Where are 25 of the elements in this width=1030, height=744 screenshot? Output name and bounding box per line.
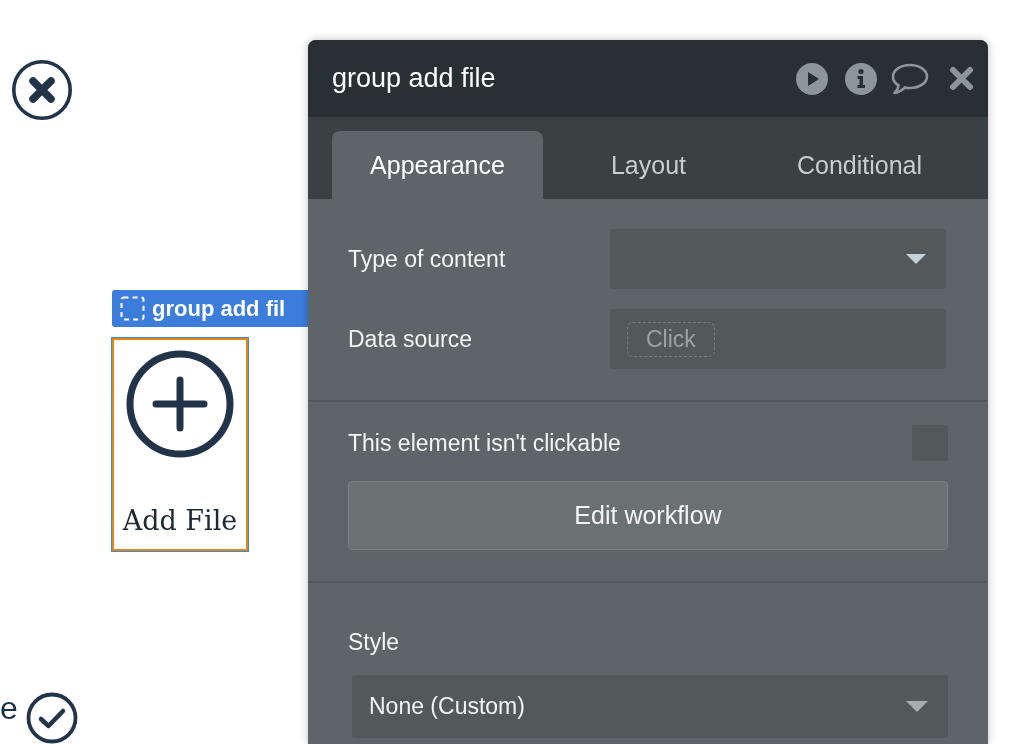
field-label: Style — [348, 628, 401, 657]
group-frame[interactable]: Add File — [112, 338, 248, 551]
close-icon[interactable] — [949, 66, 974, 91]
caret-icon — [906, 701, 928, 712]
plus-circle-icon — [126, 350, 234, 458]
tab[interactable]: Conditional — [754, 131, 965, 199]
field-label: Data source — [348, 325, 473, 354]
close-circle-icon[interactable] — [12, 60, 72, 120]
comment-icon[interactable] — [891, 62, 929, 95]
field-label: Type of content — [348, 245, 507, 274]
tab[interactable]: Layout — [543, 131, 754, 199]
field-label: This element isn't clickable — [348, 429, 622, 458]
dashed-square-icon — [120, 296, 145, 321]
workflow-button[interactable]: Edit workflow — [348, 481, 948, 550]
play-icon[interactable] — [796, 62, 828, 95]
check-circle-icon[interactable] — [26, 692, 78, 744]
dropdown-field[interactable] — [610, 229, 946, 289]
element-name: group add fil — [152, 295, 286, 322]
group-text: Add File — [122, 504, 238, 538]
tab[interactable]: Appearance — [332, 131, 543, 199]
caret-icon — [906, 254, 926, 264]
edge-text: e — [0, 690, 18, 726]
panel-title: group add file — [332, 63, 497, 94]
style-dropdown[interactable]: None (Custom) — [352, 675, 948, 738]
info-icon[interactable] — [845, 62, 877, 95]
